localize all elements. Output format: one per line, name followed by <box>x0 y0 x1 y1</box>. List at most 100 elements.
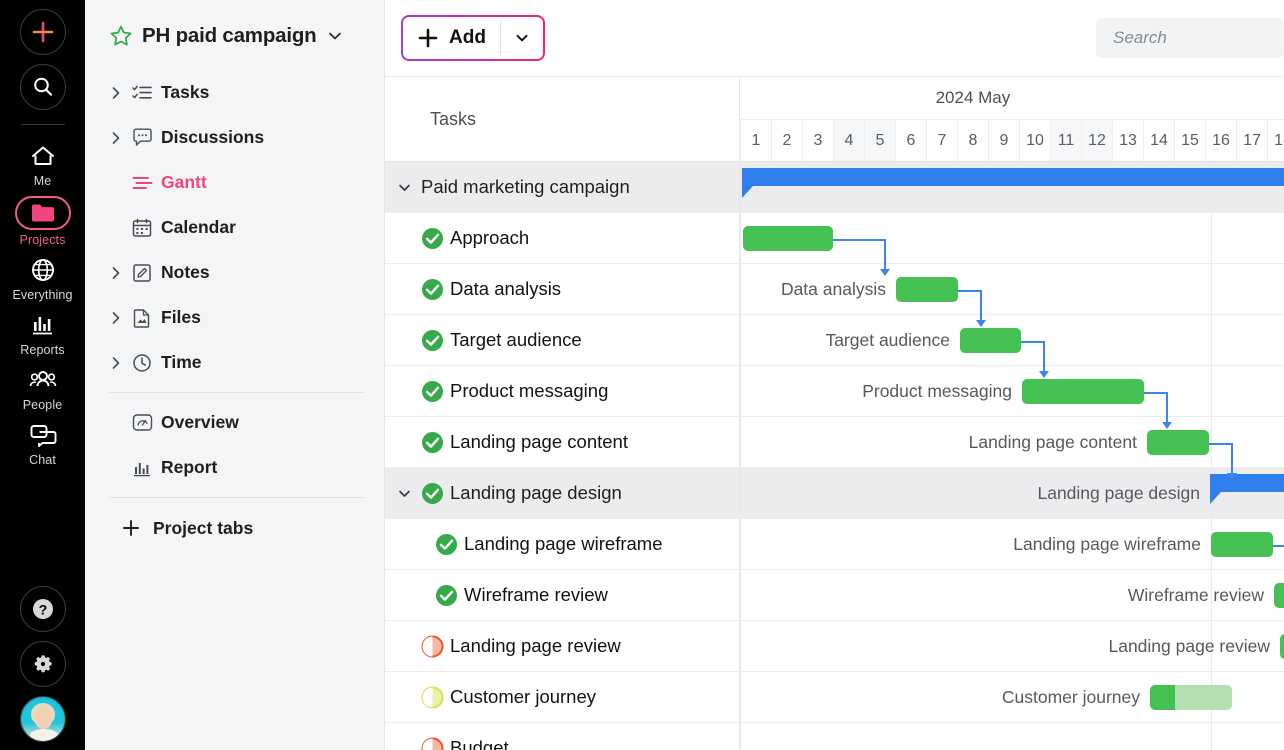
task-row[interactable]: Landing page wireframe <box>385 519 739 570</box>
status-badge-done[interactable] <box>421 278 444 301</box>
task-row[interactable]: Paid marketing campaign <box>385 162 739 213</box>
chevron-right-icon[interactable] <box>109 131 123 145</box>
timeline-row[interactable]: Customer journey <box>740 672 1284 723</box>
chevron-right-icon[interactable] <box>109 356 123 370</box>
chevron-down-icon[interactable] <box>393 180 415 195</box>
day-header-1[interactable]: 1 <box>740 120 771 161</box>
status-badge-inprogress[interactable] <box>421 635 444 658</box>
sidebar-item-calendar[interactable]: Calendar <box>109 205 364 250</box>
gantt-task-bar[interactable] <box>1150 685 1232 710</box>
rail-item-projects[interactable]: Projects <box>0 192 85 247</box>
day-header-18[interactable]: 18 <box>1267 120 1284 161</box>
timeline-row[interactable] <box>740 162 1284 213</box>
day-header-2[interactable]: 2 <box>771 120 802 161</box>
gantt-task-bar[interactable] <box>1147 430 1209 455</box>
gantt-summary-bar[interactable] <box>1210 474 1284 504</box>
gantt-summary-bar[interactable] <box>742 168 1284 198</box>
add-button[interactable]: Add <box>403 17 500 59</box>
status-badge-inprogress[interactable] <box>421 737 444 750</box>
status-badge-done[interactable] <box>435 533 458 556</box>
project-nav: Tasks Discussions Gantt Calendar Notes F… <box>85 70 384 551</box>
sidebar-item-discussions[interactable]: Discussions <box>109 115 364 160</box>
timeline-row[interactable]: Landing page wireframe <box>740 519 1284 570</box>
task-row[interactable]: Approach <box>385 213 739 264</box>
task-row[interactable]: Landing page review <box>385 621 739 672</box>
star-icon[interactable] <box>109 24 133 48</box>
day-header-4[interactable]: 4 <box>833 120 864 161</box>
gantt-task-bar[interactable] <box>960 328 1021 353</box>
chevron-down-icon[interactable] <box>326 27 344 45</box>
sidebar-item-files[interactable]: Files <box>109 295 364 340</box>
sidebar-item-gantt[interactable]: Gantt <box>109 160 364 205</box>
task-row[interactable]: Data analysis <box>385 264 739 315</box>
gantt-task-bar[interactable] <box>743 226 833 251</box>
gantt-task-bar[interactable] <box>896 277 958 302</box>
task-row[interactable]: Wireframe review <box>385 570 739 621</box>
day-header-16[interactable]: 16 <box>1205 120 1236 161</box>
day-header-7[interactable]: 7 <box>926 120 957 161</box>
day-header-13[interactable]: 13 <box>1112 120 1143 161</box>
project-header[interactable]: PH paid campaign <box>85 0 384 48</box>
add-project-tabs-button[interactable]: Project tabs <box>109 505 364 551</box>
day-header-15[interactable]: 15 <box>1174 120 1205 161</box>
timeline-row[interactable] <box>740 213 1284 264</box>
task-row[interactable]: Target audience <box>385 315 739 366</box>
chevron-down-icon[interactable] <box>393 486 415 501</box>
rail-item-reports[interactable]: Reports <box>0 306 85 357</box>
task-row[interactable]: Landing page content <box>385 417 739 468</box>
sidebar-item-overview[interactable]: Overview <box>109 400 364 445</box>
status-badge-done[interactable] <box>421 431 444 454</box>
timeline-row[interactable]: Product messaging <box>740 366 1284 417</box>
day-header-8[interactable]: 8 <box>957 120 988 161</box>
settings-button[interactable] <box>19 641 66 687</box>
day-header-9[interactable]: 9 <box>988 120 1019 161</box>
rail-item-me[interactable]: Me <box>0 137 85 188</box>
chevron-right-icon[interactable] <box>109 86 123 100</box>
day-header-14[interactable]: 14 <box>1143 120 1174 161</box>
sidebar-item-notes[interactable]: Notes <box>109 250 364 295</box>
status-badge-done[interactable] <box>421 482 444 505</box>
gantt-task-bar[interactable] <box>1274 583 1284 608</box>
day-header-11[interactable]: 11 <box>1050 120 1081 161</box>
sidebar-item-time[interactable]: Time <box>109 340 364 385</box>
avatar[interactable] <box>19 696 66 742</box>
status-badge-done[interactable] <box>435 584 458 607</box>
gantt-task-bar[interactable] <box>1280 634 1284 659</box>
task-row[interactable]: Product messaging <box>385 366 739 417</box>
help-button[interactable]: ? <box>19 586 66 632</box>
global-add-button[interactable] <box>19 9 66 55</box>
global-search-button[interactable] <box>19 64 66 110</box>
task-row[interactable]: Customer journey <box>385 672 739 723</box>
chevron-right-icon[interactable] <box>109 311 123 325</box>
search-input[interactable]: Search <box>1096 18 1284 58</box>
status-badge-done[interactable] <box>421 380 444 403</box>
add-button-group[interactable]: Add <box>401 15 545 61</box>
timeline-row[interactable]: Landing page content <box>740 417 1284 468</box>
day-header-12[interactable]: 12 <box>1081 120 1112 161</box>
sidebar-item-report[interactable]: Report <box>109 445 364 490</box>
day-header-5[interactable]: 5 <box>864 120 895 161</box>
day-header-17[interactable]: 17 <box>1236 120 1267 161</box>
task-row[interactable]: Budget <box>385 723 739 750</box>
status-badge-done[interactable] <box>421 227 444 250</box>
status-badge-pending[interactable] <box>421 686 444 709</box>
rail-item-people[interactable]: People <box>0 361 85 412</box>
day-header-6[interactable]: 6 <box>895 120 926 161</box>
status-badge-done[interactable] <box>421 329 444 352</box>
rail-item-chat[interactable]: Chat <box>0 416 85 467</box>
timeline-row[interactable]: Landing page design <box>740 468 1284 519</box>
day-header-10[interactable]: 10 <box>1019 120 1050 161</box>
timeline-row[interactable] <box>740 723 1284 750</box>
task-row[interactable]: Landing page design <box>385 468 739 519</box>
chevron-right-icon[interactable] <box>109 266 123 280</box>
sidebar-item-tasks[interactable]: Tasks <box>109 70 364 115</box>
add-dropdown-button[interactable] <box>501 17 543 59</box>
timeline-row[interactable]: Landing page review <box>740 621 1284 672</box>
timeline-row[interactable]: Wireframe review <box>740 570 1284 621</box>
timeline-row[interactable]: Target audience <box>740 315 1284 366</box>
gantt-task-bar[interactable] <box>1211 532 1273 557</box>
day-header-3[interactable]: 3 <box>802 120 833 161</box>
rail-item-everything[interactable]: Everything <box>0 251 85 302</box>
gantt-task-bar[interactable] <box>1022 379 1144 404</box>
timeline-row[interactable]: Data analysis <box>740 264 1284 315</box>
